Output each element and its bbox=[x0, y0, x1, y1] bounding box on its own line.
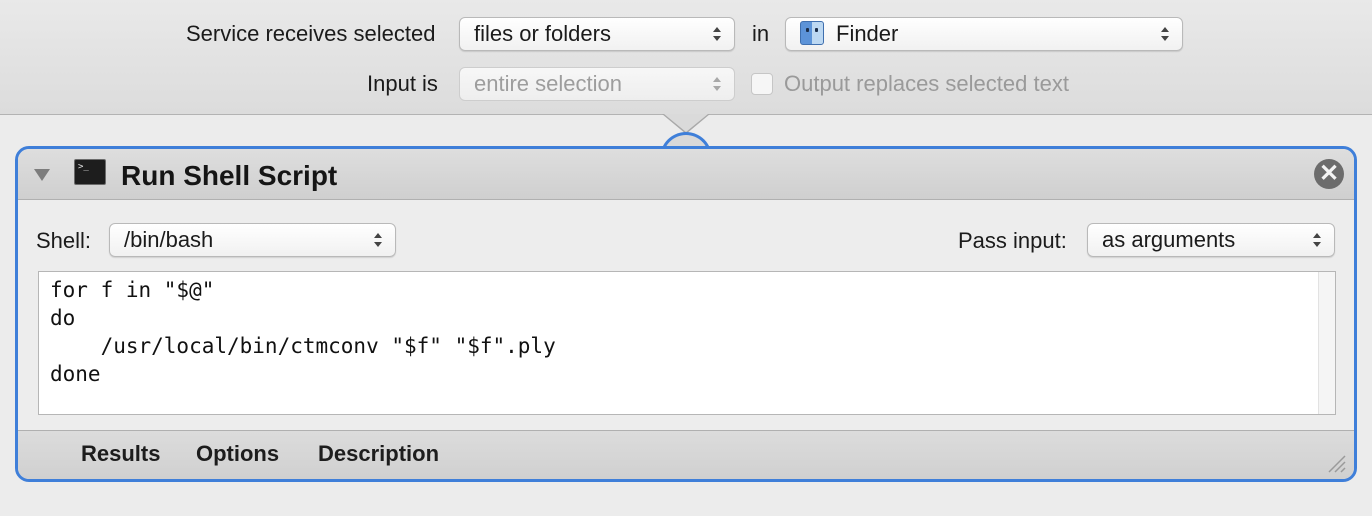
shell-value: /bin/bash bbox=[124, 227, 214, 252]
run-shell-script-action: >_ Run Shell Script ✕ Shell: /bin/bash P… bbox=[15, 146, 1357, 482]
popup-arrows-icon bbox=[1161, 27, 1169, 41]
action-header[interactable]: >_ Run Shell Script ✕ bbox=[18, 149, 1354, 200]
script-scrollbar[interactable] bbox=[1318, 272, 1335, 414]
pass-input-popup[interactable]: as arguments bbox=[1087, 223, 1335, 257]
output-replaces-checkbox[interactable] bbox=[751, 73, 773, 95]
input-is-value: entire selection bbox=[474, 71, 622, 96]
service-config-bar: Service receives selected files or folde… bbox=[0, 0, 1372, 115]
input-is-popup[interactable]: entire selection bbox=[459, 67, 735, 101]
pass-input-value: as arguments bbox=[1102, 227, 1236, 252]
application-popup[interactable]: Finder bbox=[785, 17, 1183, 51]
action-title: Run Shell Script bbox=[121, 160, 338, 191]
shell-popup[interactable]: /bin/bash bbox=[109, 223, 396, 257]
service-input-type-popup[interactable]: files or folders bbox=[459, 17, 735, 51]
script-text[interactable]: for f in "$@" do /usr/local/bin/ctmconv … bbox=[39, 272, 1335, 388]
tab-description[interactable]: Description bbox=[318, 441, 439, 467]
script-editor[interactable]: for f in "$@" do /usr/local/bin/ctmconv … bbox=[38, 271, 1336, 415]
finder-icon bbox=[800, 21, 824, 45]
output-replaces-label: Output replaces selected text bbox=[784, 71, 1069, 96]
popup-arrows-icon bbox=[374, 233, 382, 247]
close-action-button[interactable]: ✕ bbox=[1314, 159, 1344, 189]
popup-arrows-icon bbox=[1313, 233, 1321, 247]
shell-label: Shell: bbox=[36, 228, 92, 253]
input-is-label: Input is bbox=[367, 71, 438, 96]
application-value: Finder bbox=[836, 21, 899, 46]
service-notch-fill bbox=[664, 114, 708, 132]
tab-options[interactable]: Options bbox=[196, 441, 279, 467]
pass-input-label: Pass input: bbox=[958, 228, 1067, 253]
disclosure-triangle-icon[interactable] bbox=[34, 169, 50, 181]
popup-arrows-icon bbox=[713, 27, 721, 41]
service-receives-label: Service receives selected bbox=[186, 21, 436, 46]
in-label: in bbox=[752, 21, 770, 46]
service-input-type-value: files or folders bbox=[474, 21, 611, 46]
tab-results[interactable]: Results bbox=[81, 441, 160, 467]
popup-arrows-icon bbox=[713, 77, 721, 91]
action-footer: Results Options Description bbox=[18, 430, 1354, 479]
resize-grip-icon[interactable] bbox=[1324, 451, 1346, 473]
terminal-icon: >_ bbox=[74, 159, 106, 185]
